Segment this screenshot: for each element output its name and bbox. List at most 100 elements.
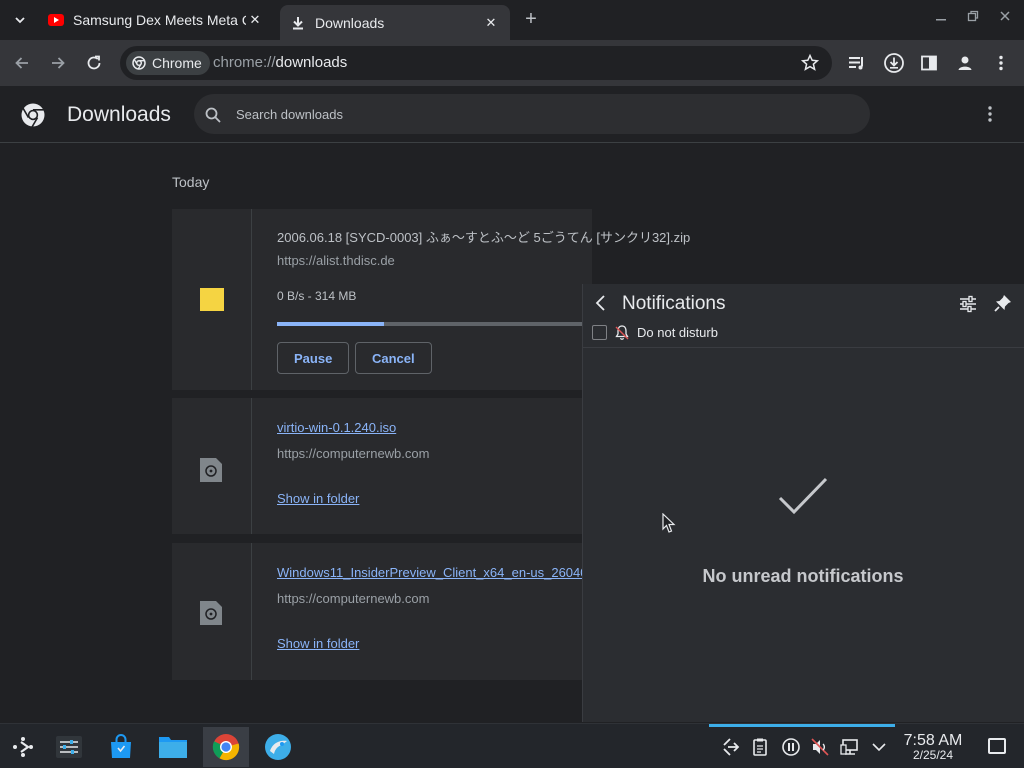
search-icon	[205, 107, 221, 123]
do-not-disturb-row: Do not disturb	[583, 322, 1024, 348]
disc-image-icon	[200, 458, 222, 482]
minimize-button[interactable]	[931, 10, 951, 30]
notifications-panel: Notifications Do not disturb No unread n…	[582, 284, 1024, 722]
pin-icon[interactable]	[993, 293, 1013, 313]
url-scheme: chrome://	[213, 54, 276, 71]
back-button[interactable]	[10, 51, 34, 75]
checkmark-icon	[778, 477, 828, 515]
more-vert-icon[interactable]	[980, 104, 1000, 124]
person-icon	[958, 56, 972, 70]
taskbar-system-settings[interactable]	[46, 727, 92, 767]
chip-label: Chrome	[152, 55, 202, 71]
more-vert-icon	[999, 55, 1003, 71]
new-tab-button[interactable]: +	[520, 9, 542, 31]
reload-icon	[87, 55, 101, 70]
file-source-url[interactable]: https://alist.thdisc.de	[277, 253, 395, 268]
date-section-label: Today	[172, 174, 210, 190]
do-not-disturb-label: Do not disturb	[637, 325, 718, 340]
tab-search-button[interactable]	[6, 6, 34, 34]
close-icon[interactable]: ✕	[482, 14, 500, 32]
tab-title: Downloads	[315, 14, 385, 31]
network-wired-icon[interactable]	[840, 737, 860, 757]
bookmark-star-icon[interactable]	[800, 53, 820, 73]
file-name-link[interactable]: virtio-win-0.1.240.iso	[277, 420, 396, 435]
restore-button[interactable]	[963, 10, 983, 30]
download-circle-icon	[884, 53, 904, 73]
folder-icon	[159, 737, 187, 758]
settings-sliders-icon[interactable]	[957, 293, 979, 315]
digital-clock[interactable]: 7:58 AM 2/25/24	[900, 732, 966, 762]
chevron-down-icon	[15, 17, 25, 24]
clock-date: 2/25/24	[912, 748, 954, 762]
mouse-cursor-icon	[662, 513, 676, 533]
search-bar	[194, 94, 870, 134]
kde-connect-icon[interactable]	[720, 737, 740, 757]
file-source-url[interactable]: https://computernewb.com	[277, 591, 429, 606]
file-icon-column	[172, 209, 252, 390]
downloads-header: Downloads	[0, 86, 1024, 143]
shopping-bag-icon	[111, 734, 131, 758]
reload-button[interactable]	[82, 51, 106, 75]
queue-music-icon	[849, 57, 863, 70]
file-source-url[interactable]: https://computernewb.com	[277, 446, 429, 461]
download-status: 0 B/s - 314 MB	[277, 289, 357, 303]
taskbar: 7:58 AM 2/25/24	[0, 723, 1024, 768]
launcher-icon	[13, 737, 33, 757]
tab-downloads[interactable]: Downloads ✕	[280, 5, 510, 40]
media-controls-button[interactable]	[846, 52, 868, 74]
empty-state-message: No unread notifications	[702, 566, 904, 586]
show-in-folder-link[interactable]: Show in folder	[277, 636, 359, 651]
zip-file-icon	[200, 288, 224, 311]
show-desktop-button[interactable]	[988, 738, 1006, 754]
restore-icon	[967, 10, 979, 22]
show-in-folder-link[interactable]: Show in folder	[277, 491, 359, 506]
arrow-right-icon	[52, 57, 65, 69]
app-globe-icon	[265, 734, 291, 760]
downloads-button[interactable]	[883, 52, 905, 74]
volume-muted-icon[interactable]	[810, 737, 830, 757]
side-panel-icon	[921, 55, 937, 71]
site-info-chip[interactable]: Chrome	[126, 51, 210, 75]
download-item: Windows11_InsiderPreview_Client_x64_en-u…	[172, 543, 592, 680]
chevron-down-icon[interactable]	[869, 737, 889, 757]
panel-title: Notifications	[622, 293, 726, 314]
close-icon[interactable]: ✕	[246, 11, 264, 29]
download-item: 2006.06.18 [SYCD-0003] ふぁ〜すとふ〜ど 5ごうてん [サ…	[172, 209, 690, 390]
do-not-disturb-checkbox[interactable]	[592, 325, 607, 340]
bell-off-icon	[615, 325, 629, 340]
taskbar-app[interactable]	[255, 727, 301, 767]
tab-youtube[interactable]: Samsung Dex Meets Meta Q ✕	[38, 5, 274, 35]
tab-strip: Samsung Dex Meets Meta Q ✕ Downloads ✕ +	[0, 0, 1024, 40]
screen: Samsung Dex Meets Meta Q ✕ Downloads ✕ +	[0, 0, 1024, 768]
cancel-button[interactable]: Cancel	[355, 342, 432, 374]
chrome-icon	[132, 56, 146, 70]
file-icon-column	[172, 398, 252, 534]
page-title: Downloads	[67, 103, 171, 126]
url-text[interactable]: chrome://downloads	[213, 54, 347, 71]
tray-active-indicator	[709, 724, 895, 727]
media-pause-icon[interactable]	[781, 737, 801, 757]
side-panel-button[interactable]	[918, 52, 940, 74]
arrow-left-icon	[15, 57, 28, 69]
minimize-icon	[936, 19, 946, 21]
profile-button[interactable]	[954, 52, 976, 74]
file-icon-column	[172, 543, 252, 680]
chevron-left-icon[interactable]	[591, 293, 611, 313]
omnibox[interactable]: Chrome chrome://downloads	[120, 46, 832, 80]
close-icon	[1000, 11, 1010, 21]
clipboard-icon[interactable]	[750, 737, 770, 757]
tab-title: Samsung Dex Meets Meta Q	[73, 12, 246, 28]
close-window-button[interactable]	[995, 10, 1015, 30]
app-launcher-button[interactable]	[0, 727, 46, 767]
progress-fill	[277, 322, 384, 326]
taskbar-discover[interactable]	[98, 727, 144, 767]
pause-button[interactable]: Pause	[277, 342, 350, 374]
forward-button[interactable]	[46, 51, 70, 75]
download-icon	[290, 15, 306, 31]
file-name: 2006.06.18 [SYCD-0003] ふぁ〜すとふ〜ど 5ごうてん [サ…	[277, 230, 691, 245]
taskbar-chrome[interactable]	[203, 727, 249, 767]
browser-menu-button[interactable]	[990, 52, 1012, 74]
taskbar-file-manager[interactable]	[150, 727, 196, 767]
file-name-link[interactable]: Windows11_InsiderPreview_Client_x64_en-u…	[277, 565, 588, 580]
search-input[interactable]	[236, 102, 836, 126]
